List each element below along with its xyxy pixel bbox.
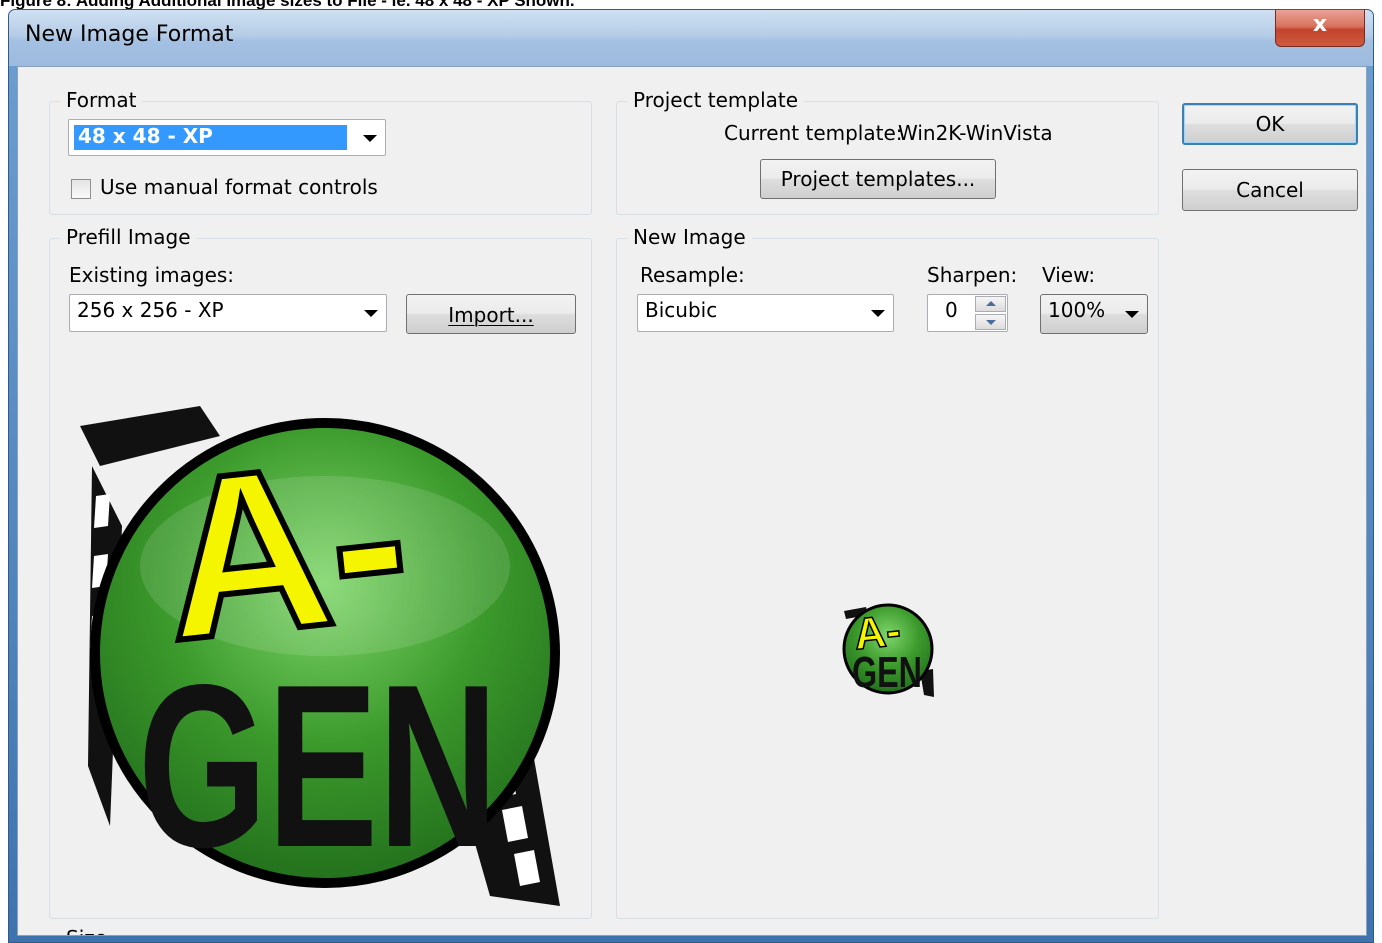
dropdown-arrow-icon	[364, 310, 378, 317]
new-image-group: New Image Resample: Bicubic Sharpen: 0 V…	[616, 225, 1159, 919]
existing-images-value: 256 x 256 - XP	[77, 298, 224, 322]
spin-down-icon[interactable]	[975, 314, 1006, 330]
prefill-image-preview: A- GEN	[80, 406, 560, 906]
dropdown-arrow-icon	[1125, 311, 1139, 318]
ok-button[interactable]: OK	[1182, 103, 1358, 145]
dropdown-arrow-icon	[871, 310, 885, 317]
import-button[interactable]: Import...	[406, 294, 576, 334]
resample-label: Resample:	[640, 263, 745, 287]
logo-text-bottom: GEN	[138, 637, 498, 896]
dialog-window: New Image Format x Format 48 x 48 - XP U…	[8, 9, 1374, 943]
prefill-image-group: Prefill Image Existing images: 256 x 256…	[49, 225, 592, 919]
existing-images-label: Existing images:	[69, 263, 235, 287]
current-template-label: Current template:	[724, 121, 903, 145]
dialog-client: Format 48 x 48 - XP Use manual format co…	[17, 66, 1367, 936]
dropdown-arrow-icon	[363, 134, 377, 142]
project-template-group-label: Project template	[627, 88, 805, 112]
format-group-label: Format	[60, 88, 143, 112]
sharpen-label: Sharpen:	[927, 263, 1018, 287]
window-title: New Image Format	[25, 22, 234, 47]
manual-controls-checkbox[interactable]	[71, 179, 91, 199]
import-button-label: Import...	[448, 303, 534, 327]
close-icon: x	[1312, 12, 1328, 37]
view-value: 100%	[1048, 298, 1106, 322]
project-template-group: Project template Current template: Win2K…	[616, 88, 1159, 215]
close-button[interactable]: x	[1275, 10, 1365, 47]
current-template-value: Win2K-WinVista	[898, 121, 1053, 145]
spin-up-icon[interactable]	[975, 296, 1006, 312]
new-image-preview: A- GEN	[842, 603, 934, 697]
cancel-button[interactable]: Cancel	[1182, 169, 1358, 211]
manual-controls-label[interactable]: Use manual format controls	[100, 175, 378, 199]
sharpen-spinner[interactable]: 0	[927, 294, 1008, 332]
resample-dropdown[interactable]: Bicubic	[637, 294, 894, 332]
prefill-image-group-label: Prefill Image	[60, 225, 197, 249]
view-dropdown[interactable]: 100%	[1040, 294, 1148, 334]
size-group-label: Size	[60, 926, 114, 935]
existing-images-dropdown[interactable]: 256 x 256 - XP	[69, 294, 387, 332]
title-bar[interactable]: New Image Format x	[9, 10, 1373, 66]
format-group: Format 48 x 48 - XP Use manual format co…	[49, 88, 592, 215]
format-selected-value: 48 x 48 - XP	[78, 124, 213, 148]
resample-value: Bicubic	[645, 298, 718, 322]
format-dropdown[interactable]: 48 x 48 - XP	[68, 119, 386, 156]
sharpen-value: 0	[945, 298, 958, 322]
view-label: View:	[1042, 263, 1096, 287]
project-templates-button[interactable]: Project templates...	[760, 159, 996, 199]
new-image-group-label: New Image	[627, 225, 752, 249]
small-logo-text-bottom: GEN	[852, 648, 922, 697]
